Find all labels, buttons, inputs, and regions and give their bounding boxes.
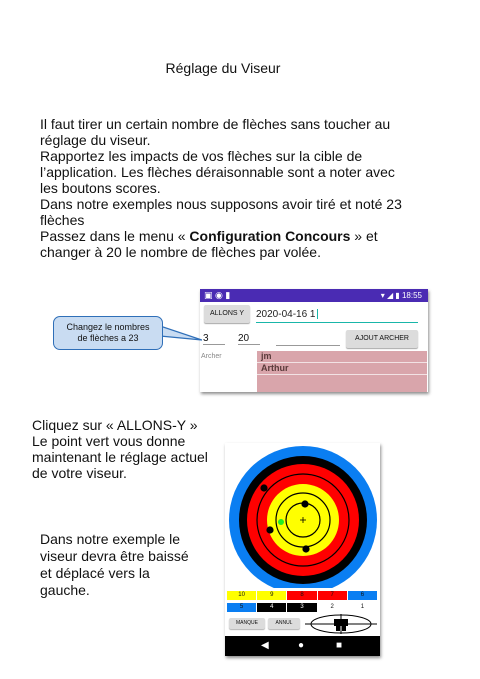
intro-line: changer à 20 le nombre de flèches par vo… [40, 244, 321, 260]
manque-button[interactable]: MANQUE [229, 618, 265, 629]
arrow-impact [266, 526, 274, 534]
page-title: Réglage du Viseur [165, 60, 281, 76]
score-button-2[interactable]: 2 [317, 603, 348, 612]
callout-bubble: Changez le nombres de flèches a 23 [53, 316, 163, 350]
score-button-4[interactable]: 4 [257, 603, 288, 612]
intro-line: les boutons scores. [40, 180, 161, 196]
status-bar: ▣ ◉ ▮ ▾ ◢ ▮ 18:55 [200, 289, 428, 302]
intro-line: l’application. Les flèches déraisonnable… [40, 164, 395, 180]
home-icon[interactable]: ● [298, 640, 304, 652]
instruction-line: de votre viseur. [32, 465, 127, 481]
intro-line: réglage du viseur. [40, 132, 151, 148]
battery-icon: ▮ [395, 291, 400, 300]
example-line: et déplacé vers la [40, 565, 150, 581]
sight-adjust-icon[interactable] [305, 613, 377, 635]
config-screenshot: ▣ ◉ ▮ ▾ ◢ ▮ 18:55 ALLONS Y 2020-04-16 1 … [200, 289, 428, 392]
intro-line-menu: Passez dans le menu « Configuration Conc… [40, 228, 430, 244]
callout-line: de flèches a 23 [77, 333, 139, 343]
archer-label: Archer [201, 353, 222, 360]
allons-y-button[interactable]: ALLONS Y [204, 305, 250, 323]
status-time: 18:55 [401, 291, 422, 300]
arrow-impact [302, 545, 310, 553]
callout-line: Changez le nombres [66, 322, 150, 332]
score-button-9[interactable]: 9 [257, 591, 288, 600]
back-icon[interactable]: ◀ [261, 640, 269, 652]
arrow-impact [301, 500, 309, 508]
intro-line: Il faut tirer un certain nombre de flèch… [40, 116, 391, 132]
arrows-count-field[interactable]: 3 [203, 333, 225, 345]
arrow-impact [260, 484, 268, 492]
instruction-line: Cliquez sur « ALLONS-Y » [32, 417, 198, 433]
date-value: 2020-04-16 1 [256, 309, 316, 320]
intro-line: Rapportez les impacts de vos flèches sur… [40, 148, 363, 164]
instruction-paragraph: Cliquez sur « ALLONS-Y » Le point vert v… [32, 417, 222, 481]
annul-button[interactable]: ANNUL [268, 618, 300, 629]
intro-line: Dans notre exemples nous supposons avoir… [40, 196, 402, 212]
score-button-6[interactable]: 6 [347, 591, 379, 600]
instruction-line: maintenant le réglage actuel [32, 449, 208, 465]
score-button-1[interactable]: 1 [347, 603, 379, 612]
archer-name-field[interactable] [276, 333, 340, 346]
score-button-3[interactable]: 3 [287, 603, 318, 612]
intro-line: flèches [40, 212, 85, 228]
score-button-5[interactable]: 5 [227, 603, 258, 612]
callout-pointer [160, 325, 202, 341]
archer-list-item[interactable]: Arthur [257, 363, 427, 375]
archer-list: jm Arthur [257, 351, 427, 392]
add-archer-button[interactable]: AJOUT ARCHER [346, 330, 418, 348]
signal-icon: ◢ [386, 291, 394, 300]
example-line: Dans notre exemple le [40, 531, 181, 547]
archery-target[interactable] [225, 443, 380, 588]
status-icons: ▣ ◉ ▮ [204, 290, 231, 300]
score-button-8[interactable]: 8 [287, 591, 318, 600]
example-line: viseur devra être baissé [40, 548, 189, 564]
intro-text: » et [350, 228, 378, 244]
menu-name: Configuration Concours [189, 228, 351, 244]
text-cursor [316, 309, 318, 320]
android-nav-bar: ◀ ● ■ [225, 636, 380, 656]
arrows-per-end-field[interactable]: 20 [238, 333, 260, 345]
intro-paragraph: Il faut tirer un certain nombre de flèch… [40, 116, 430, 260]
instruction-line: Le point vert vous donne [32, 433, 186, 449]
intro-text: Passez dans le menu « [40, 228, 190, 244]
recents-icon[interactable]: ■ [336, 640, 342, 652]
archer-list-item[interactable]: jm [257, 351, 427, 363]
sight-setting-green-dot [278, 519, 284, 525]
example-paragraph: Dans notre exemple le viseur devra être … [40, 531, 190, 599]
wifi-icon: ▾ [380, 291, 385, 300]
status-clock: ▾ ◢ ▮ 18:55 [381, 290, 422, 301]
date-input[interactable]: 2020-04-16 1 [256, 307, 418, 323]
score-button-10[interactable]: 10 [227, 591, 258, 600]
example-line: gauche. [40, 582, 90, 598]
score-buttons-row-2: 5 4 3 2 1 [227, 603, 379, 612]
score-buttons-row-1: 10 9 8 7 6 [227, 591, 379, 600]
score-button-7[interactable]: 7 [317, 591, 348, 600]
target-screenshot: 10 9 8 7 6 5 4 3 2 1 MANQUE ANNUL ◀ ● ■ [225, 443, 380, 656]
